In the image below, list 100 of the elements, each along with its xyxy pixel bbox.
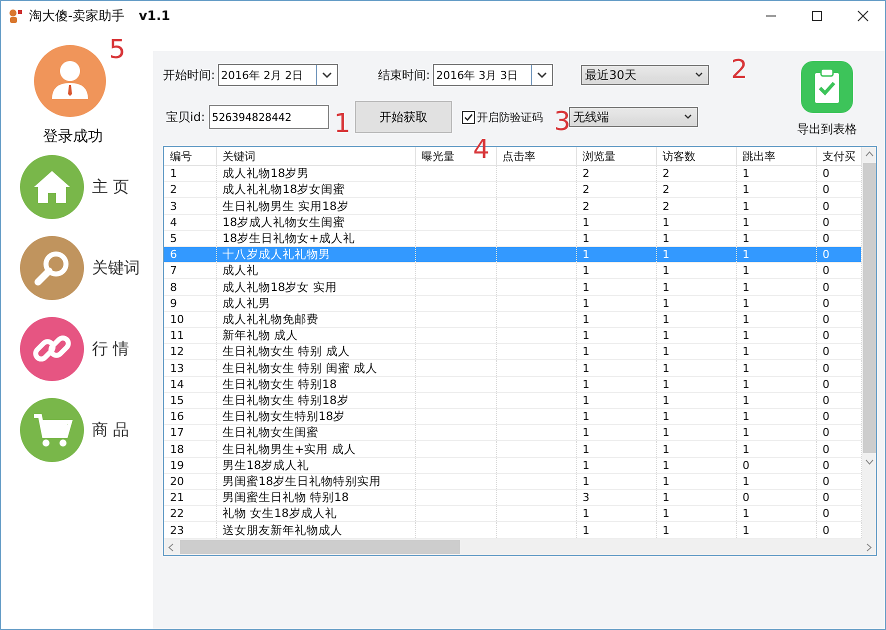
column-header[interactable]: 编号 — [164, 147, 216, 166]
table-cell: 礼物 女生18岁成人礼 — [216, 506, 415, 522]
home-icon[interactable] — [20, 155, 84, 219]
table-cell: 2 — [576, 182, 656, 198]
end-time-label: 结束时间: — [378, 66, 430, 84]
table-row[interactable]: 22 礼物 女生18岁成人礼 1 1 1 0 — [164, 506, 861, 522]
table-cell: 0 — [816, 392, 861, 409]
table-row[interactable]: 13 生日礼物女生 特别 闺蜜 成人 1 1 1 0 — [164, 360, 861, 376]
table-cell: 20 — [164, 473, 216, 490]
checkbox[interactable] — [462, 110, 475, 124]
table-cell: 生日礼物男生 实用18岁 — [216, 198, 415, 214]
table-row[interactable]: 8 成人礼物18岁女 实用 1 1 1 0 — [164, 278, 861, 296]
table-cell: 1 — [736, 360, 816, 376]
table-cell: 7 — [164, 262, 216, 279]
window-title: 淘大傻-卖家助手 — [29, 8, 125, 25]
table-cell: 1 — [736, 344, 816, 360]
table-cell: 男闺蜜生日礼物 特别18 — [216, 490, 415, 506]
user-avatar-icon[interactable] — [34, 45, 106, 117]
table-cell: 9 — [164, 295, 216, 312]
table-row[interactable]: 7 成人礼 1 1 1 0 — [164, 262, 861, 279]
table-cell: 21 — [164, 490, 216, 506]
table-cell: 1 — [576, 473, 656, 490]
link-icon[interactable] — [20, 317, 84, 381]
table-cell: 1 — [656, 246, 736, 263]
table-cell: 0 — [816, 295, 861, 312]
table-cell: 1 — [576, 278, 656, 296]
table-cell: 1 — [576, 457, 656, 474]
column-header[interactable]: 关键词 — [216, 147, 415, 166]
table-cell: 1 — [656, 328, 736, 344]
start-date-picker[interactable]: 2016年 2月 2日 — [218, 64, 338, 86]
table-cell: 0 — [816, 198, 861, 214]
column-header[interactable]: 访客数 — [656, 147, 736, 166]
item-id-field[interactable]: 526394828442 — [209, 105, 329, 129]
captcha-label[interactable]: 开启防验证码 — [477, 110, 543, 124]
table-row[interactable]: 14 生日礼物女生 特别18 1 1 1 0 — [164, 376, 861, 392]
nav-label[interactable]: 关键词 — [92, 258, 140, 278]
fetch-button[interactable]: 开始获取 — [355, 101, 452, 133]
table-cell: 0 — [816, 278, 861, 296]
nav-label[interactable]: 商 品 — [92, 420, 130, 440]
close-icon[interactable] — [857, 10, 869, 22]
table-cell: 0 — [816, 360, 861, 376]
table-row[interactable]: 1 成人礼物18岁男 2 2 1 0 — [164, 166, 861, 182]
table-cell: 2 — [656, 166, 736, 182]
table-row[interactable]: 10 成人礼礼物免邮费 1 1 1 0 — [164, 311, 861, 328]
table-cell: 1 — [576, 262, 656, 279]
table-cell: 10 — [164, 311, 216, 328]
table-row[interactable]: 9 成人礼男 1 1 1 0 — [164, 295, 861, 312]
scrollbar-thumb[interactable] — [180, 540, 460, 554]
table-row[interactable]: 2 成人礼礼物18岁女闺蜜 2 2 1 0 — [164, 182, 861, 198]
column-header[interactable]: 浏览量 — [576, 147, 656, 166]
table-cell: 14 — [164, 376, 216, 392]
table-row[interactable]: 19 男生18岁成人礼 1 1 0 0 — [164, 457, 861, 474]
table-cell: 13 — [164, 360, 216, 376]
table-cell: 12 — [164, 344, 216, 360]
platform-dropdown[interactable]: 无线端 — [569, 107, 698, 127]
table-cell: 1 — [656, 214, 736, 230]
table-cell: 1 — [576, 360, 656, 376]
app-icon — [7, 8, 23, 24]
column-header[interactable]: 支付买 — [816, 147, 861, 166]
table-cell: 1 — [736, 440, 816, 458]
table-cell: 1 — [736, 392, 816, 409]
table-cell: 1 — [736, 278, 816, 296]
table-cell: 生日礼物女生特别18岁 — [216, 408, 415, 425]
table-row[interactable]: 11 新年礼物 成人 1 1 1 0 — [164, 328, 861, 344]
table-cell: 1 — [576, 214, 656, 230]
nav-label[interactable]: 行 情 — [92, 338, 130, 360]
table-cell: 1 — [576, 311, 656, 328]
table-row[interactable]: 21 男闺蜜生日礼物 特别18 3 1 0 0 — [164, 490, 861, 506]
table-row[interactable]: 20 男闺蜜18岁生日礼物特别实用 1 1 1 0 — [164, 473, 861, 490]
table-cell: 1 — [656, 440, 736, 458]
table-row[interactable]: 3 生日礼物男生 实用18岁 2 2 1 0 — [164, 198, 861, 214]
table-cell: 1 — [656, 376, 736, 392]
maximize-icon[interactable] — [811, 10, 823, 22]
search-icon[interactable] — [20, 236, 84, 300]
nav-label[interactable]: 主 页 — [92, 176, 130, 198]
table-row[interactable]: 16 生日礼物女生特别18岁 1 1 1 0 — [164, 408, 861, 425]
clipboard-check-icon[interactable] — [801, 61, 853, 113]
column-header[interactable]: 跳出率 — [736, 147, 816, 166]
scrollbar-thumb[interactable] — [862, 163, 876, 453]
column-header[interactable]: 点击率 — [496, 147, 576, 166]
table-cell: 19 — [164, 457, 216, 474]
table-row[interactable]: 12 生日礼物女生 特别 成人 1 1 1 0 — [164, 344, 861, 360]
table-cell: 1 — [736, 182, 816, 198]
table-cell: 22 — [164, 506, 216, 522]
table-row[interactable]: 17 生日礼物女生闺蜜 1 1 1 0 — [164, 424, 861, 441]
table-cell: 1 — [656, 424, 736, 441]
table-row[interactable]: 15 生日礼物女生 特别18岁 1 1 1 0 — [164, 392, 861, 409]
table-cell: 1 — [576, 408, 656, 425]
table-cell: 1 — [164, 166, 216, 182]
cart-icon[interactable] — [20, 398, 84, 462]
table-row[interactable]: 18 生日礼物男生+实用 成人 1 1 1 0 — [164, 440, 861, 458]
table-cell: 生日礼物男生+实用 成人 — [216, 440, 415, 458]
table-row[interactable]: 4 18岁成人礼物女生闺蜜 1 1 1 0 — [164, 214, 861, 230]
end-date-picker[interactable]: 2016年 3月 3日 — [433, 64, 554, 86]
export-label[interactable]: 导出到表格 — [797, 121, 857, 138]
table-cell: 1 — [736, 198, 816, 214]
table-cell: 1 — [576, 376, 656, 392]
range-dropdown[interactable]: 最近30天 — [581, 65, 710, 85]
table-cell: 0 — [816, 424, 861, 441]
table-cell: 1 — [736, 311, 816, 328]
